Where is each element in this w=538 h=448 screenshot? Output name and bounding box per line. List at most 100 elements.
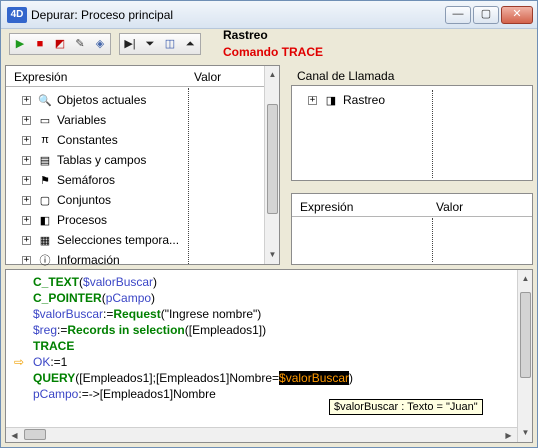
code-token: Records in selection	[67, 323, 185, 337]
code-token: :=->[Empleados1]Nombre	[78, 387, 216, 401]
app-icon: 4D	[7, 7, 27, 23]
code-h-scroll-thumb[interactable]	[24, 429, 46, 440]
info-icon: ⓘ	[39, 255, 51, 267]
expand-icon[interactable]: +	[22, 215, 31, 225]
expand-icon[interactable]: +	[22, 235, 31, 245]
close-button[interactable]: ✕	[501, 6, 533, 24]
code-line[interactable]: pCampo:=->[Empleados1]Nombre	[33, 386, 216, 402]
code-line[interactable]: C_POINTER(pCampo)	[33, 290, 155, 306]
tree-item-label: Conjuntos	[57, 193, 112, 207]
call-chain-title: Canal de Llamada	[297, 69, 395, 83]
current-line-arrow-icon: ⇨	[14, 355, 25, 369]
code-scroll-up-icon[interactable]: ▲	[519, 272, 532, 285]
step-into-process-icon[interactable]: ◫	[160, 34, 180, 54]
tree-item-label: Información	[57, 253, 120, 267]
call-chain-pane: + ◨ Rastreo	[291, 85, 533, 181]
code-token: OK	[33, 355, 51, 369]
maximize-button[interactable]: ▢	[473, 6, 499, 24]
no-trace-icon[interactable]: ◈	[90, 34, 110, 54]
code-scroll-right-icon[interactable]: ▶	[502, 429, 515, 442]
toolbar-group-run: ▶ ■ ◩ ✎ ◈	[9, 33, 111, 55]
expand-icon[interactable]: +	[22, 195, 31, 205]
code-token: )	[153, 275, 158, 289]
tree-item[interactable]: + ⓘ Información	[22, 250, 120, 270]
expand-icon[interactable]: +	[22, 255, 31, 265]
code-vertical-scrollbar[interactable]: ▲ ▼	[517, 270, 532, 442]
expand-icon[interactable]: +	[308, 95, 317, 105]
code-line[interactable]: TRACE	[33, 338, 74, 354]
pi-icon: π	[41, 134, 49, 146]
header-divider	[6, 86, 264, 87]
magnifier-icon: 🔍	[38, 94, 52, 107]
code-token: $valorBuscar	[83, 275, 154, 289]
tree-item-label: Variables	[57, 113, 107, 127]
sets-icon: ▢	[39, 194, 51, 207]
step-out-icon[interactable]: ⏶	[180, 34, 200, 54]
watch-value-header[interactable]: Valor	[436, 200, 463, 214]
code-token: )	[349, 371, 354, 385]
code-horizontal-scrollbar[interactable]: ◀ ▶	[6, 427, 517, 442]
tree-item[interactable]: + 🔍 Objetos actuales	[22, 90, 146, 110]
code-line[interactable]: OK:=1	[33, 354, 67, 370]
step-into-icon[interactable]: ⏷	[140, 34, 160, 54]
tree-item[interactable]: + ⚑ Semáforos	[22, 170, 115, 190]
code-line[interactable]: $reg:=Records in selection([Empleados1])	[33, 322, 266, 338]
tree-item[interactable]: + π Constantes	[22, 130, 118, 150]
window-title: Depurar: Proceso principal	[31, 8, 174, 22]
expand-icon[interactable]: +	[22, 115, 31, 125]
code-token: pCampo	[105, 291, 152, 305]
tree-item-label: Selecciones tempora...	[57, 233, 180, 247]
code-scroll-left-icon[interactable]: ◀	[8, 429, 21, 442]
semaphore-icon: ⚑	[40, 174, 50, 187]
code-token: $valorBuscar	[279, 371, 350, 385]
value-column-header[interactable]: Valor	[194, 70, 221, 84]
variables-icon: ▭	[39, 114, 51, 127]
title-bar[interactable]: 4D Depurar: Proceso principal — ▢ ✕	[1, 1, 537, 29]
code-token: C_POINTER	[33, 291, 102, 305]
watch-column-divider	[432, 218, 433, 262]
scroll-down-icon[interactable]: ▼	[266, 248, 279, 261]
trace-title: Rastreo	[223, 28, 268, 42]
tree-item-label: Constantes	[57, 133, 118, 147]
stop-icon[interactable]: ■	[30, 34, 50, 54]
expand-icon[interactable]: +	[22, 175, 31, 185]
tree-item[interactable]: + ▦ Selecciones tempora...	[22, 230, 179, 250]
source-code-pane[interactable]: C_TEXT($valorBuscar) C_POINTER(pCampo) $va…	[5, 269, 533, 443]
tree-item-label: Objetos actuales	[57, 93, 147, 107]
tree-item[interactable]: + ▢ Conjuntos	[22, 190, 111, 210]
expand-icon[interactable]: +	[22, 95, 31, 105]
code-line[interactable]: $valorBuscar:=Request("Ingrese nombre")	[33, 306, 261, 322]
abort-icon[interactable]: ◩	[50, 34, 70, 54]
expression-column-header[interactable]: Expresión	[14, 70, 67, 84]
code-token: ([Empleados1];[Empleados1]Nombre=	[75, 371, 280, 385]
tree-item[interactable]: + ◨ Rastreo	[308, 90, 385, 110]
expression-scrollbar[interactable]: ▲ ▼	[264, 66, 279, 264]
code-token: :=	[57, 323, 68, 337]
tree-item[interactable]: + ◧ Procesos	[22, 210, 107, 230]
run-icon[interactable]: ▶	[10, 34, 30, 54]
expand-icon[interactable]: +	[22, 155, 31, 165]
code-token: ([Empleados1])	[184, 323, 267, 337]
expand-icon[interactable]: +	[22, 135, 31, 145]
code-line[interactable]: QUERY([Empleados1];[Empleados1]Nombre=$v…	[33, 370, 353, 386]
code-scroll-down-icon[interactable]: ▼	[519, 426, 532, 439]
process-icon: ◧	[39, 214, 51, 227]
code-token: :=	[103, 307, 114, 321]
edit-icon[interactable]: ✎	[70, 34, 90, 54]
scroll-thumb[interactable]	[267, 104, 278, 214]
expression-pane: Expresión Valor + 🔍 Objetos actuales + ▭ Vari…	[5, 65, 280, 267]
tree-item[interactable]: + ▭ Variables	[22, 110, 106, 130]
method-icon: ◨	[325, 94, 337, 107]
scroll-up-icon[interactable]: ▲	[266, 68, 279, 81]
code-line[interactable]: C_TEXT($valorBuscar)	[33, 274, 157, 290]
step-over-icon[interactable]: ▶|	[120, 34, 140, 54]
code-token: :=1	[50, 355, 68, 369]
watch-expression-header[interactable]: Expresión	[300, 200, 353, 214]
tree-item[interactable]: + ▤ Tablas y campos	[22, 150, 146, 170]
code-token: $reg	[33, 323, 58, 337]
code-token: C_TEXT	[33, 275, 80, 289]
watch-header-divider	[292, 216, 532, 217]
minimize-button[interactable]: —	[445, 6, 471, 24]
code-scroll-thumb[interactable]	[520, 292, 531, 378]
code-token: TRACE	[33, 339, 75, 353]
